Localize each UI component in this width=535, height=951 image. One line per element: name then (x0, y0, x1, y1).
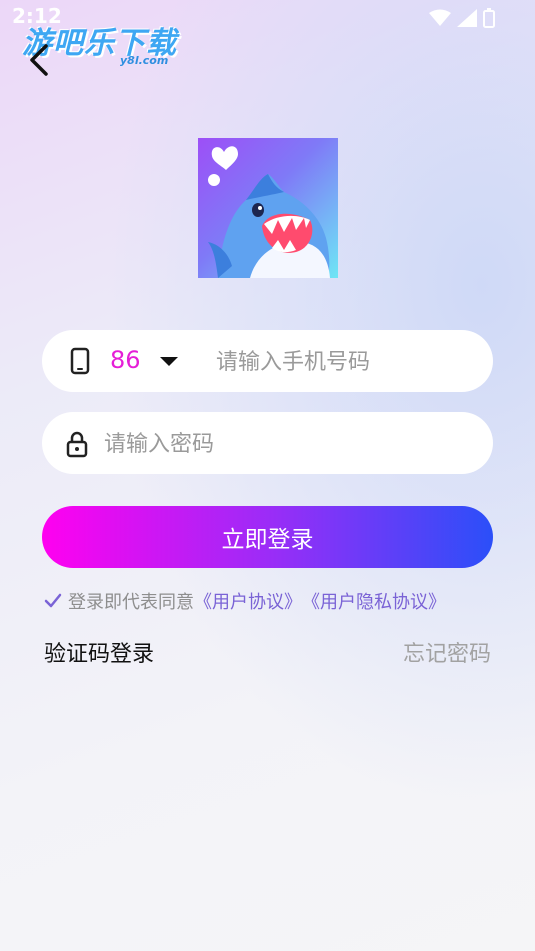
back-arrow-icon (30, 44, 48, 76)
password-field (42, 412, 493, 476)
phone-input[interactable] (214, 330, 478, 394)
login-button[interactable]: 立即登录 (42, 506, 493, 568)
password-input[interactable] (102, 412, 476, 476)
sms-login-link[interactable]: 验证码登录 (44, 636, 154, 668)
agreement-prefix: 登录即代表同意 (68, 592, 194, 613)
caret-down-icon[interactable] (160, 357, 178, 366)
phone-field: 86 (42, 330, 493, 394)
status-icons (429, 8, 495, 28)
phone-icon (70, 347, 90, 375)
shark-mascot-icon (208, 146, 330, 278)
user-agreement-link[interactable]: 《用户协议》 (194, 588, 302, 614)
watermark-domain: y8l.com (120, 54, 169, 67)
country-code: 86 (110, 346, 141, 374)
signal-icon (457, 9, 477, 27)
agreement-row: 登录即代表同意 《用户协议》 《用户隐私协议》 (44, 588, 446, 614)
privacy-agreement-link[interactable]: 《用户隐私协议》 (302, 588, 446, 614)
battery-icon (483, 8, 495, 28)
lock-icon (66, 431, 88, 458)
check-icon[interactable] (44, 593, 62, 609)
forgot-password-link[interactable]: 忘记密码 (403, 636, 491, 668)
app-logo (198, 138, 338, 278)
back-button[interactable] (24, 40, 56, 80)
wifi-icon (429, 9, 451, 26)
